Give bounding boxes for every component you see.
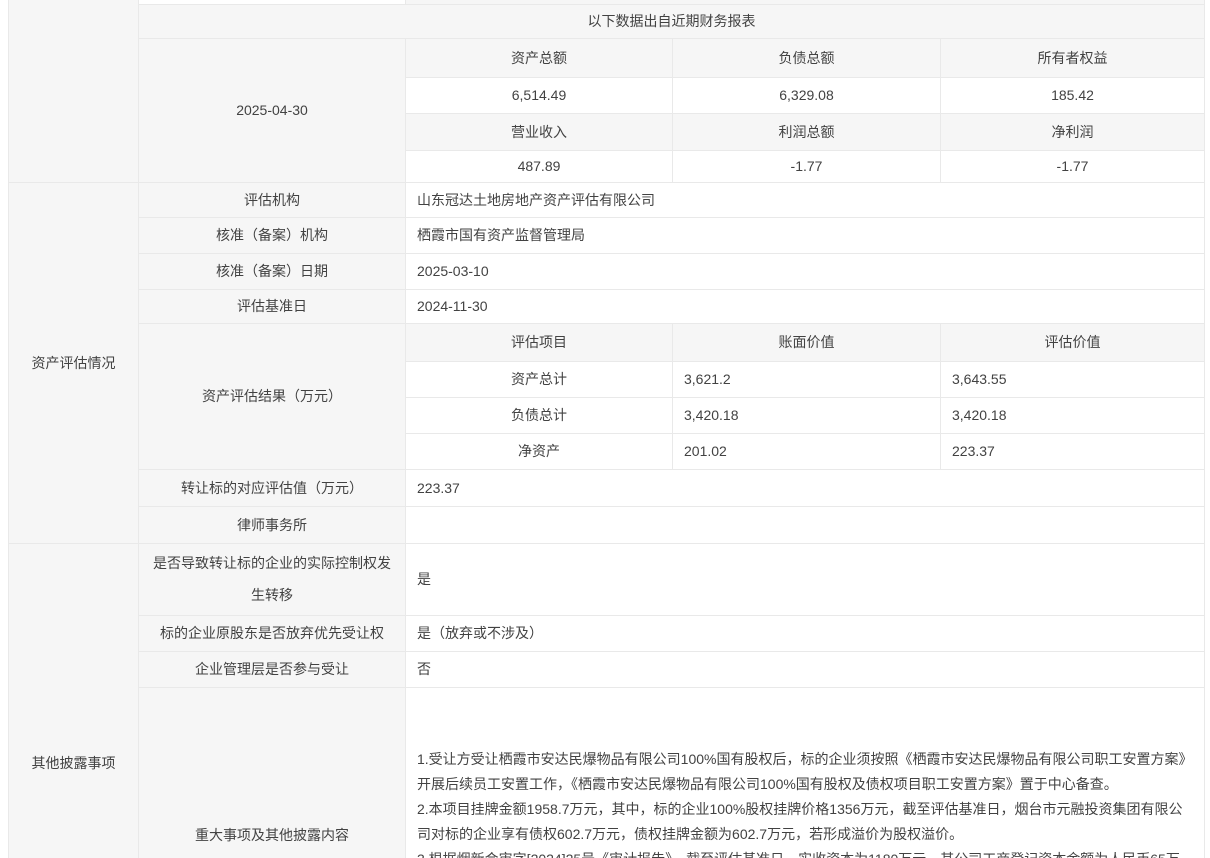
metric-value-total-profit: -1.77 xyxy=(673,150,941,182)
table-row-financial-note: 以下数据出自近期财务报表 xyxy=(9,4,1205,38)
field-value-management-participation: 否 xyxy=(406,651,1205,687)
table-row-preemptive-right: 标的企业原股东是否放弃优先受让权 是（放弃或不涉及） xyxy=(9,615,1205,651)
field-label-management-participation: 企业管理层是否参与受让 xyxy=(139,651,406,687)
section-label-other-disclosure: 其他披露事项 xyxy=(9,543,139,858)
disclosure-paragraph-2: 2.本项目挂牌金额1958.7万元，其中，标的企业100%股权挂牌价格1356万… xyxy=(417,797,1194,847)
field-label-control-transfer: 是否导致转让标的企业的实际控制权发生转移 xyxy=(139,543,406,615)
metric-value-owners-equity: 185.42 xyxy=(941,77,1205,113)
metric-label-total-profit: 利润总额 xyxy=(673,113,941,150)
table-row-appraisal-base-date: 评估基准日 2024-11-30 xyxy=(9,289,1205,323)
metric-label-net-profit: 净利润 xyxy=(941,113,1205,150)
table-row-control-transfer: 其他披露事项 是否导致转让标的企业的实际控制权发生转移 是 xyxy=(9,543,1205,615)
field-label-preemptive-right: 标的企业原股东是否放弃优先受让权 xyxy=(139,615,406,651)
field-label-transfer-assessed-value: 转让标的对应评估值（万元） xyxy=(139,469,406,506)
field-value-preemptive-right: 是（放弃或不涉及） xyxy=(406,615,1205,651)
table-row-transfer-assessed-value: 转让标的对应评估值（万元） 223.37 xyxy=(9,469,1205,506)
field-label-law-firm: 律师事务所 xyxy=(139,506,406,543)
eval-book-value-total-liabilities: 3,420.18 xyxy=(673,397,941,433)
table-row-metric-headers-1: 2025-04-30 资产总额 负债总额 所有者权益 xyxy=(9,38,1205,77)
table-row-law-firm: 律师事务所 xyxy=(9,506,1205,543)
metric-label-total-assets: 资产总额 xyxy=(406,38,673,77)
field-label-eval-result: 资产评估结果（万元） xyxy=(139,323,406,469)
metric-label-operating-revenue: 营业收入 xyxy=(406,113,673,150)
eval-header-book-value: 账面价值 xyxy=(673,323,941,361)
metric-value-net-profit: -1.77 xyxy=(941,150,1205,182)
financial-note: 以下数据出自近期财务报表 xyxy=(139,4,1205,38)
field-label-appraisal-base-date: 评估基准日 xyxy=(139,289,406,323)
disclosure-table: 以下数据出自近期财务报表 2025-04-30 资产总额 负债总额 所有者权益 … xyxy=(8,0,1205,858)
field-value-law-firm xyxy=(406,506,1205,543)
asset-transfer-disclosure-page: 以下数据出自近期财务报表 2025-04-30 资产总额 负债总额 所有者权益 … xyxy=(0,0,1210,858)
eval-assessed-value-total-assets: 3,643.55 xyxy=(941,361,1205,397)
table-row-approval-agency: 核准（备案）机构 栖霞市国有资产监督管理局 xyxy=(9,217,1205,253)
eval-assessed-value-total-liabilities: 3,420.18 xyxy=(941,397,1205,433)
metric-value-total-assets: 6,514.49 xyxy=(406,77,673,113)
table-row-appraisal-agency: 资产评估情况 评估机构 山东冠达土地房地产资产评估有限公司 xyxy=(9,182,1205,217)
eval-assessed-value-net-assets: 223.37 xyxy=(941,433,1205,469)
field-value-appraisal-base-date: 2024-11-30 xyxy=(406,289,1205,323)
section-label-cell-empty xyxy=(9,0,139,182)
field-value-appraisal-agency: 山东冠达土地房地产资产评估有限公司 xyxy=(406,182,1205,217)
disclosure-paragraph-1: 1.受让方受让栖霞市安达民爆物品有限公司100%国有股权后，标的企业须按照《栖霞… xyxy=(417,747,1194,797)
eval-book-value-total-assets: 3,621.2 xyxy=(673,361,941,397)
section-label-asset-evaluation: 资产评估情况 xyxy=(9,182,139,543)
metric-label-owners-equity: 所有者权益 xyxy=(941,38,1205,77)
field-value-control-transfer: 是 xyxy=(406,543,1205,615)
field-label-approval-date: 核准（备案）日期 xyxy=(139,253,406,289)
field-value-transfer-assessed-value: 223.37 xyxy=(406,469,1205,506)
metric-value-operating-revenue: 487.89 xyxy=(406,150,673,182)
table-row-approval-date: 核准（备案）日期 2025-03-10 xyxy=(9,253,1205,289)
eval-book-value-net-assets: 201.02 xyxy=(673,433,941,469)
field-value-major-disclosure: 1.受让方受让栖霞市安达民爆物品有限公司100%国有股权后，标的企业须按照《栖霞… xyxy=(406,687,1205,858)
field-label-approval-agency: 核准（备案）机构 xyxy=(139,217,406,253)
eval-item-total-assets: 资产总计 xyxy=(406,361,673,397)
table-row-eval-result-header: 资产评估结果（万元） 评估项目 账面价值 评估价值 xyxy=(9,323,1205,361)
field-label-appraisal-agency: 评估机构 xyxy=(139,182,406,217)
eval-item-net-assets: 净资产 xyxy=(406,433,673,469)
table-row-major-disclosure: 重大事项及其他披露内容 1.受让方受让栖霞市安达民爆物品有限公司100%国有股权… xyxy=(9,687,1205,858)
field-value-approval-agency: 栖霞市国有资产监督管理局 xyxy=(406,217,1205,253)
eval-header-item: 评估项目 xyxy=(406,323,673,361)
table-row-management-participation: 企业管理层是否参与受让 否 xyxy=(9,651,1205,687)
metric-value-total-liabilities: 6,329.08 xyxy=(673,77,941,113)
eval-item-total-liabilities: 负债总计 xyxy=(406,397,673,433)
field-label-major-disclosure: 重大事项及其他披露内容 xyxy=(139,687,406,858)
financial-report-date: 2025-04-30 xyxy=(139,38,406,182)
field-value-approval-date: 2025-03-10 xyxy=(406,253,1205,289)
metric-label-total-liabilities: 负债总额 xyxy=(673,38,941,77)
disclosure-paragraph-3: 3.根据烟新会审字[2024]25号《审计报告》，截至评估基准日，实收资本为11… xyxy=(417,847,1194,858)
eval-header-assessed-value: 评估价值 xyxy=(941,323,1205,361)
